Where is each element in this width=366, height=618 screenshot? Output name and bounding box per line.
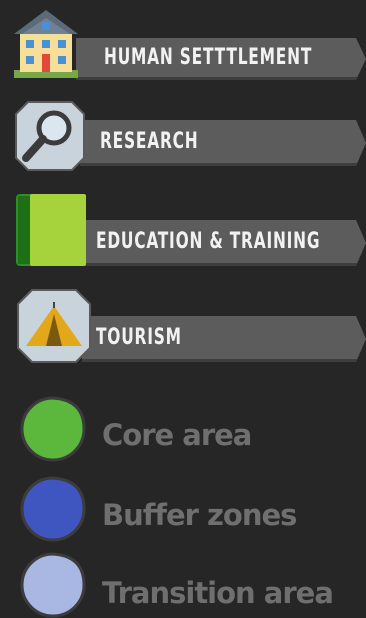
magnifier-icon <box>15 101 85 171</box>
banner: RESEARCH <box>80 120 366 166</box>
legend-item-tourism: TOURISM <box>0 286 366 368</box>
legend-item-transition-area: Transition area <box>0 550 366 618</box>
transition-area-swatch <box>20 552 86 618</box>
tent-icon <box>17 289 91 363</box>
zone-label: Core area <box>102 418 252 452</box>
legend-item-education-training: EDUCATION & TRAINING <box>0 190 366 272</box>
core-area-swatch <box>20 396 86 462</box>
legend-item-human-settlement: HUMAN SETTTLEMENT <box>0 10 366 85</box>
legend-item-core-area: Core area <box>0 392 366 466</box>
banner-label: HUMAN SETTTLEMENT <box>104 45 313 70</box>
banner-label: EDUCATION & TRAINING <box>96 229 321 254</box>
legend-item-research: RESEARCH <box>0 96 366 176</box>
banner: EDUCATION & TRAINING <box>78 220 366 266</box>
banner-label: RESEARCH <box>100 129 199 154</box>
legend-item-buffer-zones: Buffer zones <box>0 472 366 546</box>
banner-label: TOURISM <box>96 325 182 350</box>
house-icon <box>14 10 78 78</box>
banner: HUMAN SETTTLEMENT <box>76 38 366 80</box>
zone-label: Buffer zones <box>102 498 297 532</box>
zone-label: Transition area <box>102 576 334 610</box>
banner: TOURISM <box>82 316 366 362</box>
buffer-zones-swatch <box>20 476 86 542</box>
book-icon <box>16 194 86 266</box>
